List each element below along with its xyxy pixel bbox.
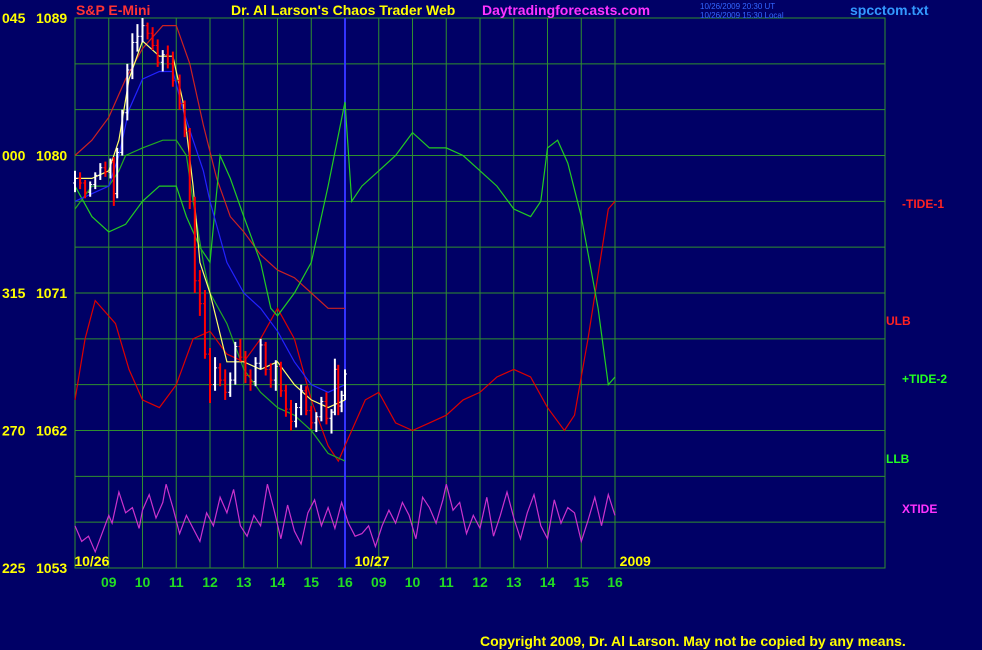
- y-tick-left-4: 225: [2, 560, 26, 576]
- date-label-1: 10/27: [354, 553, 389, 569]
- y-tick-right-1: 1080: [36, 148, 67, 164]
- data-file-name: spcctom.txt: [850, 2, 929, 18]
- x-tick-13: 14: [540, 574, 556, 590]
- x-tick-14: 15: [573, 574, 589, 590]
- price-bar: [268, 363, 273, 388]
- x-tick-11: 12: [472, 574, 488, 590]
- site-name: Daytradingforecasts.com: [482, 2, 650, 18]
- price-bar: [238, 338, 243, 362]
- price-bar: [324, 392, 329, 425]
- price-bar: [170, 51, 175, 87]
- price-bar: [319, 396, 324, 422]
- price-bar: [263, 341, 268, 376]
- price-bar: [278, 361, 283, 397]
- price-bar: [192, 196, 197, 293]
- price-bar: [329, 409, 334, 434]
- x-tick-4: 13: [236, 574, 252, 590]
- chart-axes: 045 1089 000 1080 315 1071 270 1062 225 1053 09 10 1…: [2, 10, 947, 590]
- y-tick-left-3: 270: [2, 423, 26, 439]
- price-bar: [202, 289, 207, 359]
- x-tick-5: 14: [270, 574, 286, 590]
- price-bar: [103, 161, 108, 177]
- price-bar: [140, 18, 145, 43]
- chart-grid: [74, 17, 886, 569]
- price-bar: [332, 358, 337, 416]
- price-bar: [309, 406, 314, 429]
- chart-title: Dr. Al Larson's Chaos Trader Web: [231, 2, 455, 18]
- price-bar: [135, 24, 140, 52]
- x-tick-2: 11: [169, 574, 184, 590]
- symbol-title: S&P E-Mini: [76, 2, 150, 18]
- price-bar: [253, 357, 258, 387]
- y-tick-right-0: 1089: [36, 10, 67, 26]
- x-tick-1: 10: [135, 574, 151, 590]
- price-bar: [218, 363, 223, 387]
- y-tick-right-3: 1062: [36, 423, 67, 439]
- price-bar: [208, 348, 212, 403]
- price-bar: [98, 163, 103, 180]
- price-bar: [314, 412, 319, 433]
- timestamp-ut: 10/26/2009 20:30 UT: [700, 2, 775, 11]
- price-bar: [304, 386, 309, 416]
- price-bar: [213, 357, 218, 391]
- price-bar: [336, 364, 341, 416]
- price-bar: [145, 22, 150, 40]
- timestamp-local: 10/26/2009 15:30 Local: [700, 11, 784, 20]
- y-tick-left-1: 000: [2, 148, 26, 164]
- y-tick-left-2: 315: [2, 285, 26, 301]
- x-tick-10: 11: [439, 574, 454, 590]
- date-label-0: 10/26: [74, 553, 109, 569]
- price-bar: [165, 45, 170, 69]
- price-bar: [160, 50, 165, 72]
- price-bar: [289, 399, 293, 431]
- y-tick-left-0: 045: [2, 10, 26, 26]
- price-bar: [233, 341, 238, 385]
- chaos-trader-chart: 045 1089 000 1080 315 1071 270 1062 225 1053 09 10 1…: [2, 2, 947, 649]
- right-label--tide-1: -TIDE-1: [902, 197, 944, 211]
- price-bar: [258, 338, 263, 370]
- y-tick-right-2: 1071: [36, 285, 67, 301]
- price-bar: [78, 172, 83, 190]
- x-tick-0: 09: [101, 574, 117, 590]
- right-label-llb: LLB: [886, 452, 910, 466]
- date-label-2: 2009: [620, 553, 651, 569]
- x-tick-9: 10: [405, 574, 421, 590]
- x-tick-3: 12: [202, 574, 218, 590]
- right-label--tide-2: +TIDE-2: [902, 372, 947, 386]
- copyright-notice: Copyright 2009, Dr. Al Larson. May not b…: [480, 633, 906, 649]
- x-tick-8: 09: [371, 574, 387, 590]
- right-label-xtide: XTIDE: [902, 502, 937, 516]
- x-tick-7: 16: [337, 574, 353, 590]
- x-tick-15: 16: [607, 574, 623, 590]
- right-label-ulb: ULB: [886, 314, 911, 328]
- y-tick-right-4: 1053: [36, 560, 67, 576]
- x-tick-6: 15: [303, 574, 319, 590]
- x-tick-12: 13: [506, 574, 522, 590]
